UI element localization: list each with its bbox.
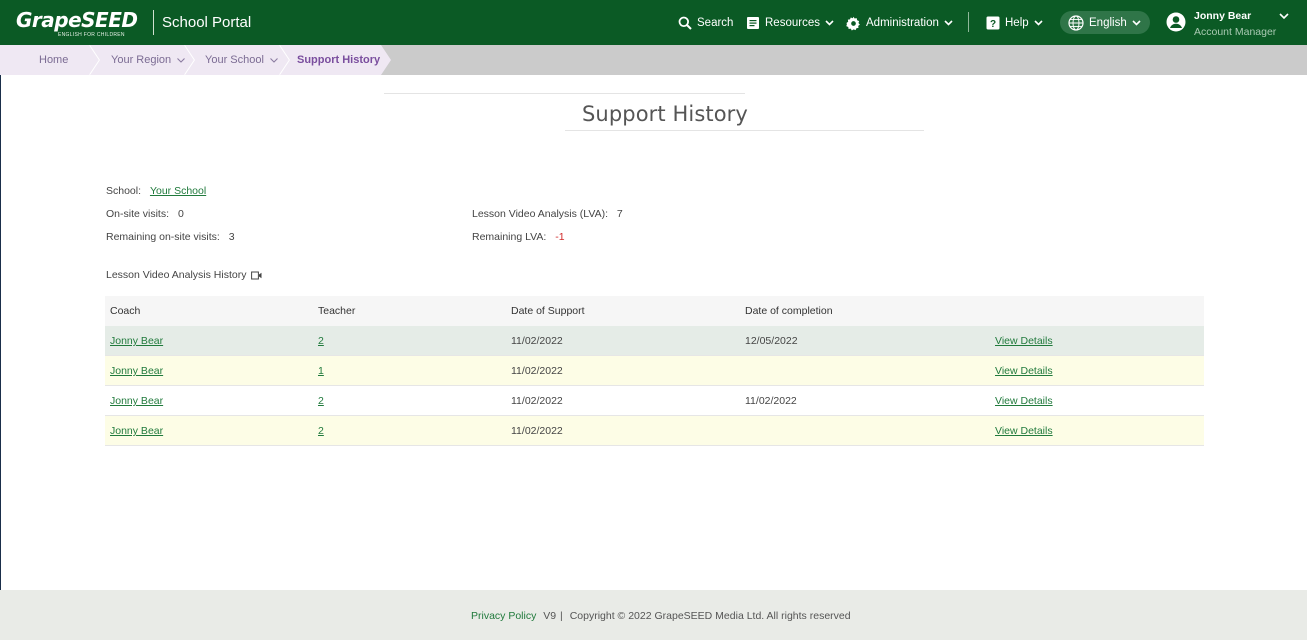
- nav-help[interactable]: ? Help: [986, 15, 1043, 31]
- lva-label: Lesson Video Analysis (LVA):: [472, 208, 608, 220]
- column-header-date-of-completion[interactable]: Date of completion: [745, 296, 833, 326]
- teacher-count-link[interactable]: 2: [318, 395, 324, 407]
- table-row: Jonny Bear 2 11/02/2022 12/05/2022 View …: [105, 326, 1204, 356]
- globe-icon: [1068, 14, 1084, 31]
- portal-title: School Portal: [162, 14, 252, 31]
- coach-link[interactable]: Jonny Bear: [110, 365, 163, 377]
- onsite-visits-label: On-site visits:: [106, 208, 170, 220]
- view-details-link[interactable]: View Details: [995, 395, 1053, 407]
- date-of-completion: 11/02/2022: [745, 395, 797, 407]
- copyright-text: Copyright © 2022 GrapeSEED Media Ltd. Al…: [569, 610, 851, 622]
- language-label: English: [1089, 16, 1127, 29]
- breadcrumb-region-label: Your Region: [111, 54, 172, 66]
- gear-icon: [846, 16, 860, 30]
- table-header: Coach Teacher Date of Support Date of co…: [105, 296, 1204, 326]
- breadcrumb-current-label: Support History: [297, 54, 381, 66]
- title-rule-bottom: [565, 130, 924, 131]
- lva-history-heading: Lesson Video Analysis History: [106, 269, 262, 281]
- document-icon: [747, 17, 759, 29]
- chevron-down-icon: [1034, 20, 1043, 26]
- view-details-link[interactable]: View Details: [995, 425, 1053, 437]
- remaining-lva-label: Remaining LVA:: [472, 231, 547, 243]
- chevron-down-icon: [825, 20, 834, 26]
- user-menu[interactable]: Jonny Bear Account Manager: [1166, 10, 1296, 40]
- onsite-visits-info: On-site visits: 0: [106, 208, 184, 220]
- chevron-down-icon: [1279, 13, 1289, 20]
- chevron-down-icon: [1132, 19, 1141, 26]
- video-camera-icon: [251, 271, 262, 279]
- logo-text: GrapeSEED: [16, 8, 138, 32]
- lva-info: Lesson Video Analysis (LVA): 7: [472, 208, 623, 220]
- page-title: Support History: [582, 102, 748, 126]
- privacy-policy-link[interactable]: Privacy Policy: [471, 610, 536, 622]
- remaining-lva-info: Remaining LVA: -1: [472, 231, 565, 243]
- search-icon: [678, 16, 692, 30]
- onsite-visits-value: 0: [177, 208, 184, 220]
- lva-value: 7: [616, 208, 623, 220]
- nav-help-label: Help: [1005, 17, 1029, 29]
- school-link[interactable]: Your School: [150, 185, 206, 197]
- nav-administration[interactable]: Administration: [846, 15, 953, 31]
- coach-link[interactable]: Jonny Bear: [110, 335, 163, 347]
- breadcrumb-home-label: Home: [39, 54, 69, 66]
- user-name: Jonny Bear: [1194, 10, 1252, 22]
- breadcrumb-school[interactable]: Your School: [185, 45, 291, 75]
- footer-separator: |: [560, 610, 563, 622]
- column-header-coach[interactable]: Coach: [110, 296, 140, 326]
- table-row: Jonny Bear 1 11/02/2022 View Details: [105, 356, 1204, 386]
- breadcrumb: Home Your Region Your School Support His…: [0, 45, 1307, 75]
- nav-divider: [968, 12, 969, 32]
- column-header-teacher[interactable]: Teacher: [318, 296, 355, 326]
- view-details-link[interactable]: View Details: [995, 365, 1053, 377]
- footer: Privacy Policy V9 | Copyright © 2022 Gra…: [0, 590, 1307, 640]
- remaining-onsite-value: 3: [228, 231, 235, 243]
- logo-divider: [153, 10, 154, 35]
- table-row: Jonny Bear 2 11/02/2022 11/02/2022 View …: [105, 386, 1204, 416]
- date-of-support: 11/02/2022: [511, 425, 563, 437]
- teacher-count-link[interactable]: 2: [318, 425, 324, 437]
- title-rule-top: [384, 93, 745, 94]
- lva-history-table: Coach Teacher Date of Support Date of co…: [105, 296, 1204, 446]
- nav-search[interactable]: Search: [678, 15, 733, 31]
- user-role: Account Manager: [1194, 26, 1277, 38]
- date-of-completion: 12/05/2022: [745, 335, 798, 347]
- teacher-count-link[interactable]: 2: [318, 335, 324, 347]
- lva-history-title: Lesson Video Analysis History: [106, 269, 247, 281]
- chevron-down-icon: [944, 20, 953, 26]
- top-header: GrapeSEED ENGLISH FOR CHILDREN School Po…: [0, 0, 1307, 45]
- user-avatar-icon: [1166, 12, 1186, 32]
- nav-administration-label: Administration: [866, 17, 939, 29]
- nav-search-label: Search: [697, 17, 734, 29]
- question-icon: ?: [986, 16, 1000, 30]
- date-of-support: 11/02/2022: [511, 365, 563, 377]
- svg-text:?: ?: [990, 19, 996, 30]
- language-selector[interactable]: English: [1060, 11, 1150, 34]
- teacher-count-link[interactable]: 1: [318, 365, 324, 377]
- school-label: School:: [106, 185, 142, 197]
- view-details-link[interactable]: View Details: [995, 335, 1053, 347]
- breadcrumb-school-label: Your School: [205, 54, 264, 66]
- content-left-border: [0, 75, 1, 590]
- breadcrumb-home[interactable]: Home: [0, 45, 100, 75]
- remaining-onsite-info: Remaining on-site visits: 3: [106, 231, 235, 243]
- chevron-down-icon: [270, 57, 278, 63]
- coach-link[interactable]: Jonny Bear: [110, 395, 163, 407]
- date-of-support: 11/02/2022: [511, 335, 563, 347]
- version-label: V9: [543, 610, 557, 622]
- breadcrumb-region[interactable]: Your Region: [90, 45, 196, 75]
- school-info: School: Your School: [106, 185, 206, 197]
- nav-resources-label: Resources: [765, 17, 820, 29]
- remaining-lva-value: -1: [555, 231, 565, 243]
- coach-link[interactable]: Jonny Bear: [110, 425, 163, 437]
- remaining-onsite-label: Remaining on-site visits:: [106, 231, 220, 243]
- breadcrumb-current: Support History: [280, 45, 392, 75]
- chevron-down-icon: [177, 57, 186, 63]
- nav-resources[interactable]: Resources: [746, 15, 834, 31]
- column-header-date-of-support[interactable]: Date of Support: [511, 296, 585, 326]
- logo-subtitle: ENGLISH FOR CHILDREN: [58, 32, 125, 38]
- table-row: Jonny Bear 2 11/02/2022 View Details: [105, 416, 1204, 446]
- grapeseed-logo[interactable]: GrapeSEED ENGLISH FOR CHILDREN: [16, 6, 146, 40]
- date-of-support: 11/02/2022: [511, 395, 563, 407]
